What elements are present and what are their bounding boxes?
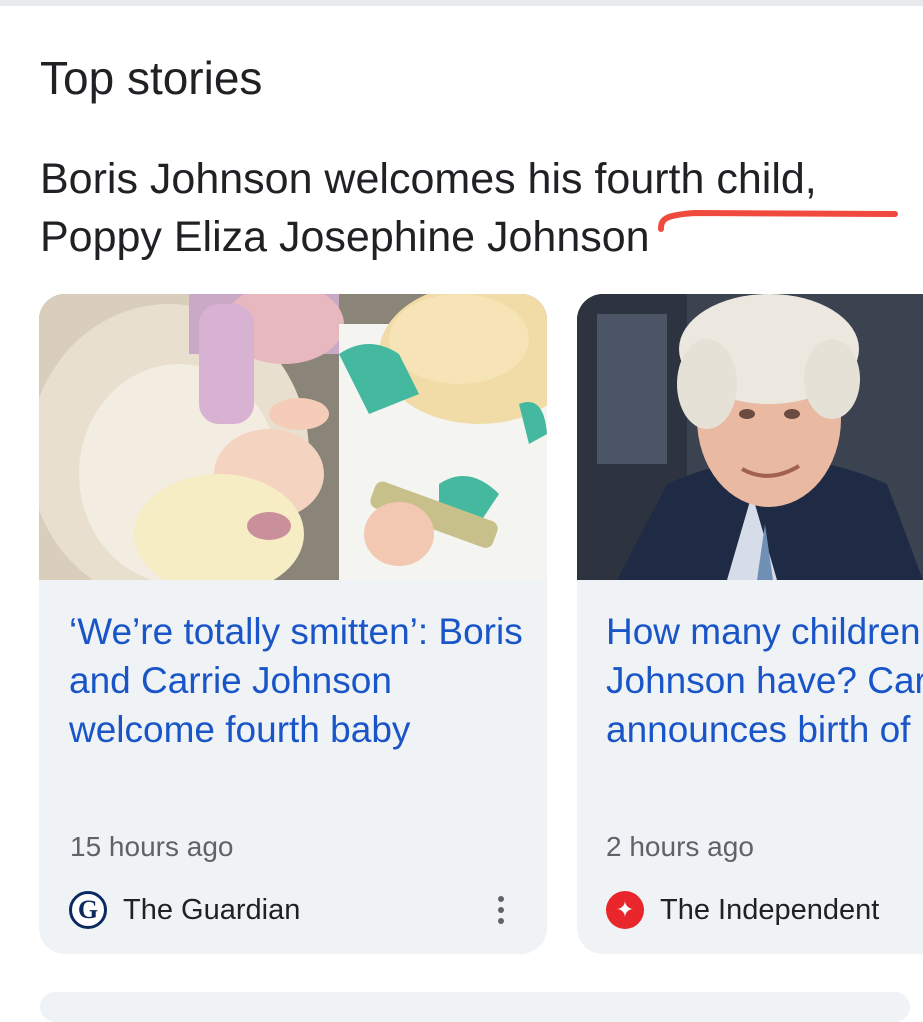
- story-card-title[interactable]: ‘We’re totally smitten’: Boris and Carri…: [69, 607, 529, 754]
- story-timestamp: 2 hours ago: [606, 831, 754, 862]
- red-underline-annotation: [658, 209, 898, 232]
- next-card-peek: [40, 992, 910, 1022]
- thumbnail-image: [39, 294, 547, 580]
- source-name: The Independent: [660, 893, 880, 926]
- guardian-logo-icon: G: [69, 891, 107, 929]
- story-thumbnail[interactable]: [577, 294, 923, 580]
- story-card[interactable]: How many children does Boris Johnson hav…: [577, 294, 923, 954]
- story-timestamp: 15 hours ago: [70, 831, 234, 862]
- source-name: The Guardian: [123, 893, 301, 926]
- story-source[interactable]: ✦ The Independent: [606, 890, 879, 930]
- story-thumbnail[interactable]: [39, 294, 547, 580]
- story-source[interactable]: G The Guardian: [69, 890, 300, 930]
- more-vert-icon[interactable]: [489, 890, 513, 930]
- top-divider: [0, 0, 923, 6]
- thumbnail-image: [577, 294, 923, 580]
- story-card[interactable]: ‘We’re totally smitten’: Boris and Carri…: [39, 294, 547, 954]
- story-card-title[interactable]: How many children does Boris Johnson hav…: [606, 607, 923, 754]
- top-stories-carousel[interactable]: ‘We’re totally smitten’: Boris and Carri…: [0, 294, 923, 956]
- section-title: Top stories: [40, 52, 263, 104]
- eagle-icon: ✦: [606, 891, 644, 929]
